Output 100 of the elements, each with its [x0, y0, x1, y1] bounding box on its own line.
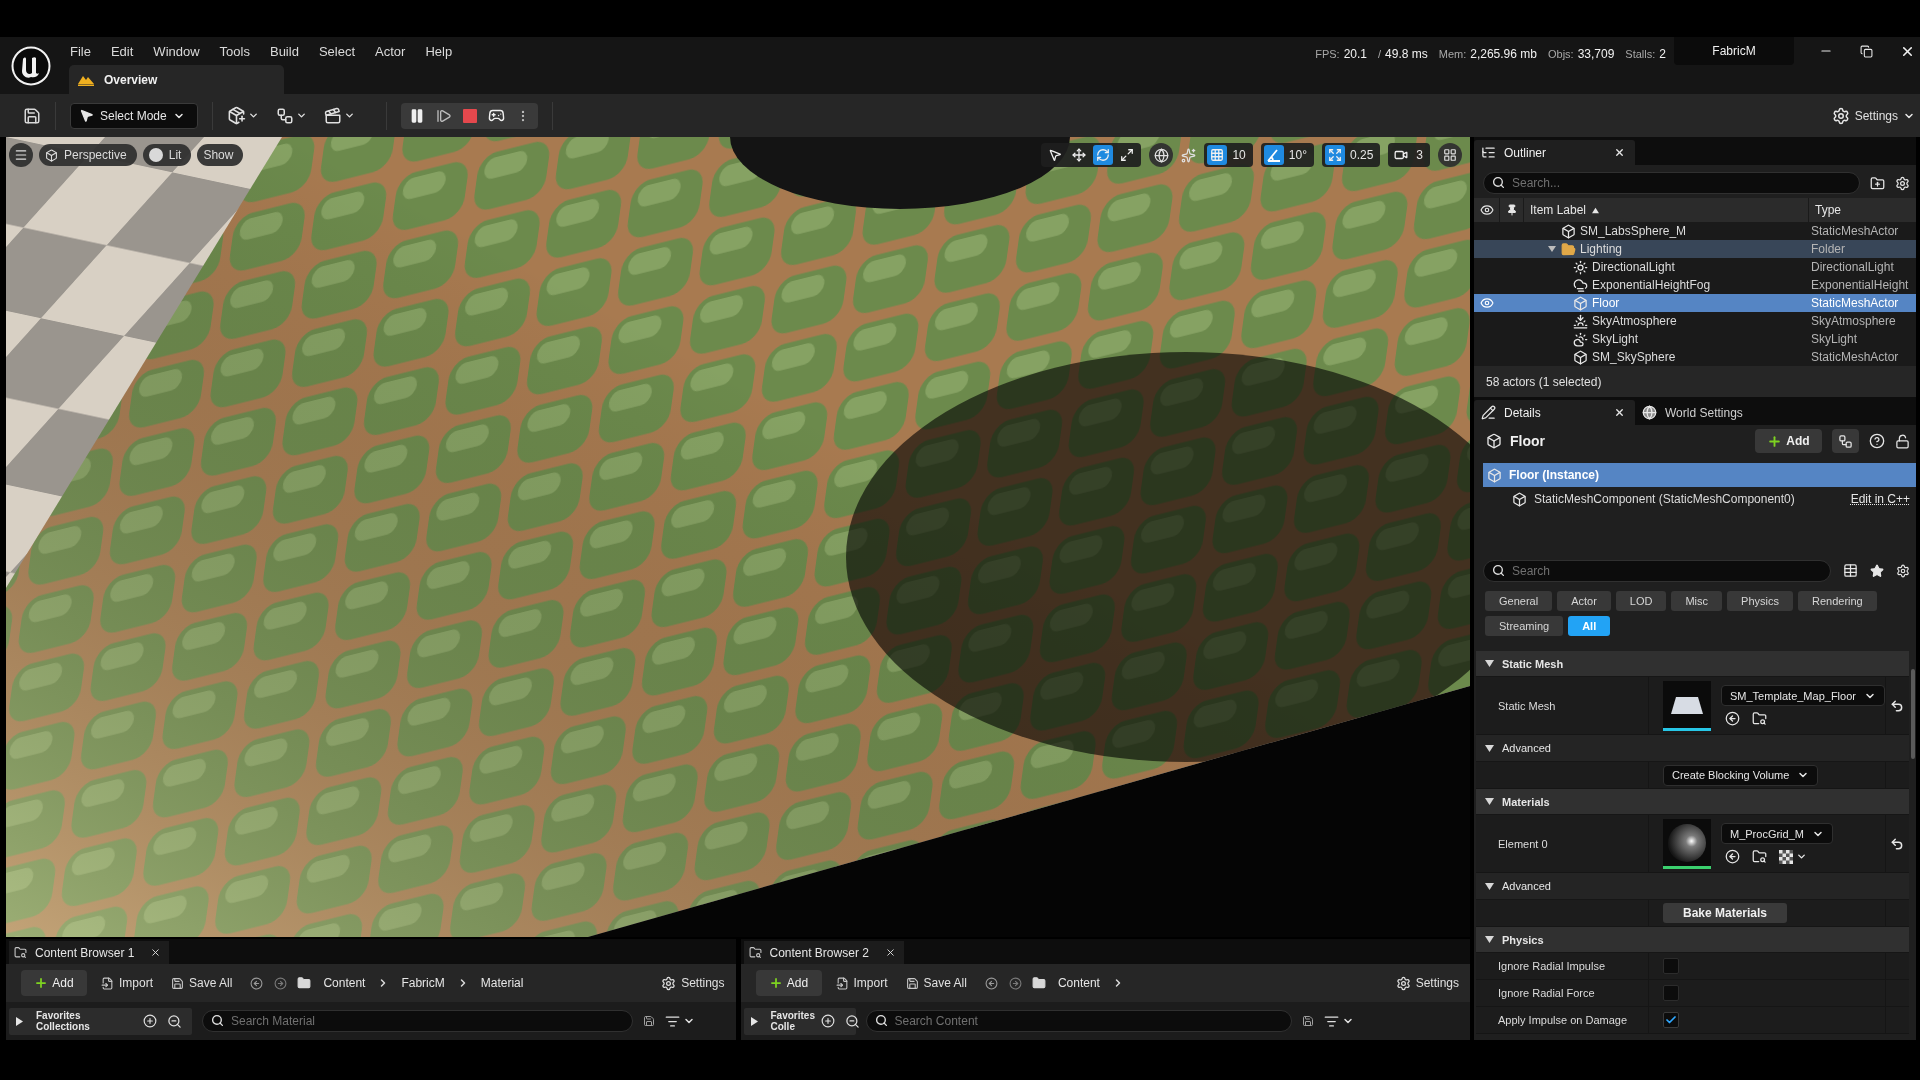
- reset-icon[interactable]: [1890, 836, 1905, 851]
- action-button[interactable]: Bake Materials: [1663, 903, 1787, 923]
- settings-button[interactable]: Settings: [1831, 106, 1915, 125]
- edit-link[interactable]: Edit in C++: [1850, 492, 1910, 506]
- menu-item[interactable]: Window: [153, 43, 200, 59]
- help-icon[interactable]: [1869, 433, 1885, 449]
- search-field[interactable]: Search Content: [865, 1010, 1292, 1032]
- outliner-tab[interactable]: Outliner: [1474, 140, 1635, 165]
- filter-icon[interactable]: [1323, 1013, 1339, 1029]
- asset-dropdown[interactable]: SM_Template_Map_Floor: [1721, 685, 1885, 706]
- settings-icon[interactable]: [1895, 175, 1910, 191]
- reset-icon[interactable]: [1890, 698, 1905, 713]
- node-graph-icon[interactable]: [1832, 429, 1859, 453]
- search-field[interactable]: Search: [1483, 559, 1831, 582]
- mode-dropdown[interactable]: Select Mode: [70, 102, 198, 129]
- column-header[interactable]: Type: [1815, 203, 1841, 217]
- checker-icon[interactable]: [1779, 849, 1793, 864]
- expand-arrow-icon[interactable]: [1548, 245, 1556, 253]
- add-actor-button[interactable]: [227, 106, 259, 125]
- filter-tab[interactable]: Actor: [1557, 591, 1611, 611]
- expand-arrow-icon[interactable]: [1485, 797, 1494, 806]
- add-circle-icon[interactable]: [143, 1014, 157, 1028]
- filter-tab[interactable]: Streaming: [1485, 616, 1564, 636]
- zoom-out-icon[interactable]: [167, 1013, 182, 1029]
- snap-button[interactable]: 10: [1204, 143, 1253, 167]
- filter-tab[interactable]: Physics: [1727, 591, 1793, 611]
- content-browser-tab[interactable]: Content Browser 1: [9, 941, 170, 964]
- step-forward-icon[interactable]: [436, 107, 452, 124]
- expand-arrow-icon[interactable]: [1485, 881, 1494, 891]
- checkbox[interactable]: [1663, 1012, 1679, 1028]
- component-row[interactable]: StaticMeshComponent (StaticMeshComponent0) Edit in C++: [1483, 487, 1916, 511]
- table-icon[interactable]: [1843, 563, 1858, 578]
- outliner-row[interactable]: SM_SkySphere StaticMeshActor: [1474, 348, 1916, 366]
- lock-open-icon[interactable]: [1895, 433, 1910, 449]
- menu-item[interactable]: Edit: [110, 43, 134, 59]
- import-button[interactable]: Import: [101, 976, 153, 990]
- checkbox[interactable]: [1663, 985, 1679, 1001]
- panel-tab[interactable]: Details: [1474, 400, 1635, 425]
- sidebar-toggle[interactable]: Favorites Collections: [9, 1007, 192, 1035]
- snap-button[interactable]: 0.25: [1321, 143, 1381, 167]
- outliner-row[interactable]: Floor StaticMeshActor: [1474, 294, 1916, 312]
- menu-item[interactable]: Select: [318, 43, 356, 59]
- expand-arrow-icon[interactable]: [749, 1016, 759, 1026]
- save-button[interactable]: Save All: [171, 976, 233, 990]
- blueprint-button[interactable]: [276, 106, 307, 125]
- save-button[interactable]: Save All: [905, 976, 967, 990]
- stop-icon[interactable]: [463, 108, 477, 123]
- import-button[interactable]: Import: [835, 976, 888, 990]
- close-icon[interactable]: [1614, 407, 1625, 418]
- filter-icon[interactable]: [665, 1013, 680, 1029]
- settings-icon[interactable]: [1896, 563, 1910, 578]
- save-icon[interactable]: [23, 106, 41, 125]
- arrow-left-circle-icon[interactable]: [1725, 849, 1740, 864]
- arrow-left-circle-icon[interactable]: [1725, 711, 1740, 726]
- outliner-row[interactable]: SkyLight SkyLight: [1474, 330, 1916, 348]
- component-row[interactable]: Floor (Instance): [1483, 463, 1916, 487]
- panel-tab[interactable]: World Settings: [1635, 400, 1796, 425]
- restore-icon[interactable]: [1860, 44, 1873, 58]
- outliner-row[interactable]: ExponentialHeightFog ExponentialHeight: [1474, 276, 1916, 294]
- level-tab[interactable]: Overview: [69, 65, 284, 94]
- cinematics-button[interactable]: [324, 106, 355, 125]
- section-header[interactable]: Advanced: [1476, 735, 1909, 762]
- breadcrumb-link[interactable]: FabricM: [401, 976, 445, 990]
- zoom-out-icon[interactable]: [844, 1013, 860, 1029]
- content-browser-tab[interactable]: Content Browser 2: [743, 941, 904, 964]
- view-mode-button[interactable]: Lit: [142, 144, 192, 166]
- search-field[interactable]: Search Material: [202, 1010, 633, 1032]
- snap-button[interactable]: 10°: [1260, 143, 1314, 167]
- view-mode-button[interactable]: Perspective: [39, 144, 137, 166]
- folder-plus-icon[interactable]: [1870, 175, 1885, 191]
- expand-arrow-icon[interactable]: [1485, 659, 1494, 668]
- folder-search-icon[interactable]: [1752, 849, 1767, 864]
- section-header[interactable]: Static Mesh: [1476, 651, 1909, 677]
- back-icon[interactable]: [250, 976, 264, 990]
- menu-item[interactable]: Build: [269, 43, 299, 59]
- filter-tab[interactable]: Rendering: [1797, 591, 1877, 611]
- logo-icon[interactable]: [11, 45, 51, 86]
- expand-arrow-icon[interactable]: [1485, 935, 1494, 944]
- gamepad-icon[interactable]: [488, 107, 505, 124]
- menu-item[interactable]: Tools: [219, 43, 250, 59]
- snap-button[interactable]: 3: [1388, 143, 1430, 167]
- star-icon[interactable]: [1870, 563, 1884, 578]
- filter-tab[interactable]: General: [1485, 591, 1553, 611]
- view-mode-button[interactable]: Show: [197, 144, 244, 166]
- sidebar-toggle[interactable]: Favorites Colle: [743, 1007, 856, 1035]
- add-circle-icon[interactable]: [820, 1014, 835, 1028]
- rotate-icon[interactable]: [1093, 145, 1114, 165]
- pause-icon[interactable]: [409, 107, 425, 124]
- scrollbar-thumb[interactable]: [1910, 669, 1915, 759]
- add-button[interactable]: Add: [1755, 429, 1822, 453]
- forward-icon[interactable]: [1008, 976, 1022, 990]
- search-field[interactable]: Search...: [1483, 172, 1860, 194]
- filter-tab[interactable]: Misc: [1671, 591, 1723, 611]
- forward-icon[interactable]: [274, 976, 288, 990]
- close-icon[interactable]: [150, 947, 162, 958]
- expand-arrow-icon[interactable]: [15, 1016, 24, 1026]
- menu-item[interactable]: Actor: [375, 43, 406, 59]
- breadcrumb-link[interactable]: Content: [1057, 976, 1100, 990]
- add-button[interactable]: Add: [755, 970, 822, 996]
- filter-tab[interactable]: LOD: [1615, 591, 1667, 611]
